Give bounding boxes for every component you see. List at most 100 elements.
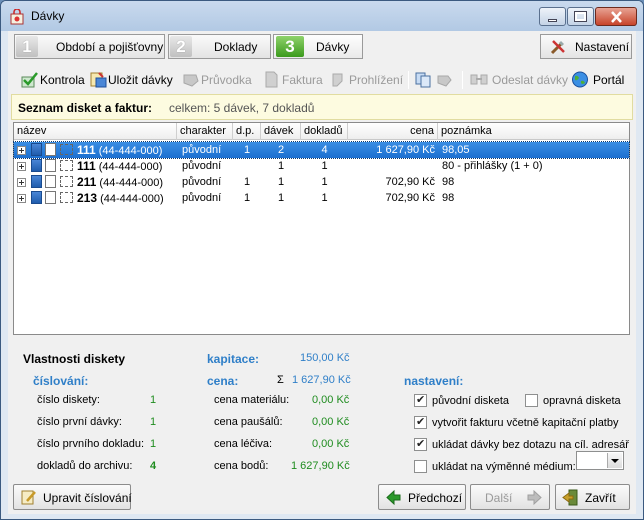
- cislo-prvni-davky-value: 1: [150, 416, 157, 428]
- cislo-prvniho-dokladu-label: číslo prvního dokladu:: [37, 438, 145, 450]
- ukladat-bez-dotazu-checkbox[interactable]: [414, 437, 427, 451]
- kontrola-button[interactable]: Kontrola: [21, 70, 85, 90]
- row-dp: 1: [243, 192, 251, 204]
- table-row[interactable]: 111 (44-444-000) původní 1 1 80 - přihlá…: [14, 158, 629, 174]
- kapitace-label: kapitace:: [207, 352, 260, 366]
- globe-icon: [572, 71, 588, 88]
- cena-pausalu-label: cena paušálů:: [214, 416, 283, 428]
- arrow-left-icon: [386, 489, 401, 506]
- column-davek[interactable]: dávek: [261, 123, 301, 140]
- column-poznamka[interactable]: poznámka: [438, 123, 629, 140]
- step-obdobi[interactable]: 1 Období a pojišťovny: [14, 34, 165, 59]
- vytvorit-fakturu-label: vytvořit fakturu včetně kapitační platby: [432, 417, 619, 429]
- check-icon: [21, 72, 38, 88]
- prohlizeni-button[interactable]: Prohlížení: [330, 70, 403, 90]
- preview-icon: [332, 73, 343, 87]
- row-poznamka: 98: [442, 176, 455, 188]
- ulozit-davky-button[interactable]: Uložit dávky: [89, 70, 173, 90]
- column-dp[interactable]: d.p.: [233, 123, 261, 140]
- column-dokladu[interactable]: dokladů: [301, 123, 348, 140]
- dokladu-do-archivu-value: 4: [150, 460, 157, 472]
- row-davek: 1: [277, 192, 285, 204]
- column-nazev[interactable]: název: [14, 123, 177, 140]
- puvodni-disketa-checkbox[interactable]: [414, 393, 427, 407]
- send-icon: [470, 74, 488, 85]
- ukladat-bez-dotazu-label: ukládat dávky bez dotazu na cíl. adresář: [432, 439, 629, 451]
- invoice-icon: [265, 71, 278, 88]
- cislo-prvniho-dokladu-value: 1: [150, 438, 157, 450]
- close-button[interactable]: [595, 7, 637, 26]
- cislo-prvni-davky-label: číslo první dávky:: [37, 416, 122, 428]
- minimize-button[interactable]: [539, 7, 566, 26]
- list-header: Seznam disket a faktur: celkem: 5 dávek,…: [11, 94, 633, 120]
- column-charakter[interactable]: charakter: [177, 123, 233, 140]
- vymenne-medium-checkbox[interactable]: [414, 460, 427, 473]
- step-doklady[interactable]: 2 Doklady: [168, 34, 271, 59]
- batch-icon: [60, 144, 73, 155]
- disk-icon: [31, 159, 42, 172]
- step-davky[interactable]: 3 Dávky: [273, 34, 363, 59]
- table-row[interactable]: 111 (44-444-000) původní 1 2 4 1 627,90 …: [13, 141, 630, 159]
- maximize-button[interactable]: [567, 7, 594, 26]
- step-number: 1: [16, 36, 38, 57]
- step-label: Období a pojišťovny: [56, 40, 164, 54]
- chevron-down-icon[interactable]: [607, 453, 622, 468]
- step-label: Doklady: [214, 40, 258, 54]
- row-code: (44-444-000): [100, 193, 164, 205]
- expand-icon[interactable]: [17, 146, 26, 155]
- row-davek: 1: [277, 176, 285, 188]
- archive-icon: [437, 75, 452, 87]
- archive-button[interactable]: [436, 70, 456, 90]
- row-davek: 1: [277, 160, 285, 172]
- disk-invoice-grid[interactable]: název charakter d.p. dávek dokladů cena …: [13, 122, 630, 335]
- row-dokladu: 4: [321, 144, 328, 156]
- settings-button[interactable]: Nastavení: [540, 34, 632, 59]
- faktura-button[interactable]: Faktura: [263, 70, 323, 90]
- title-bar[interactable]: Dávky: [1, 1, 643, 31]
- document-icon: [45, 159, 56, 172]
- table-row[interactable]: 211 (44-444-000) původní 1 1 1 702,90 Kč…: [14, 174, 629, 190]
- zavrit-button[interactable]: Zavřít: [555, 484, 630, 510]
- expand-icon[interactable]: [17, 194, 26, 203]
- maximize-icon: [574, 11, 587, 22]
- row-cena: [348, 158, 435, 174]
- toolbar-separator: [462, 71, 463, 89]
- list-summary: celkem: 5 dávek, 7 dokladů: [169, 101, 315, 115]
- portal-button[interactable]: Portál: [571, 70, 627, 90]
- save-icon: [90, 72, 107, 88]
- vymenne-medium-label: ukládat na výměnné médium:: [432, 461, 576, 473]
- expand-icon[interactable]: [17, 162, 26, 171]
- row-cena: 702,90 Kč: [385, 192, 435, 204]
- pruvodka-button[interactable]: Průvodka: [182, 70, 254, 90]
- cena-bodu-value: 1 627,90 Kč: [291, 460, 350, 472]
- step-label: Dávky: [316, 40, 350, 54]
- cena-leciva-label: cena léčiva:: [214, 438, 273, 450]
- cena-value: 1 627,90 Kč: [292, 374, 351, 386]
- upravit-cislovani-button[interactable]: Upravit číslování: [13, 484, 132, 510]
- row-poznamka: 98,05: [442, 144, 470, 156]
- close-icon: [611, 11, 622, 23]
- predchozi-button[interactable]: Předchozí: [378, 484, 466, 510]
- table-row[interactable]: 213 (44-444-000) původní 1 1 1 702,90 Kč…: [14, 190, 629, 206]
- opravna-disketa-checkbox[interactable]: [525, 394, 538, 407]
- exit-icon: [562, 489, 578, 506]
- odeslat-davky-button[interactable]: Odeslat dávky: [470, 70, 568, 90]
- step-number: 3: [276, 36, 304, 57]
- row-charakter: původní: [182, 160, 222, 172]
- tools-icon: [550, 40, 565, 55]
- row-number: 213: [77, 191, 98, 205]
- vytvorit-fakturu-checkbox[interactable]: [414, 415, 427, 429]
- expand-icon[interactable]: [17, 178, 26, 187]
- opravna-disketa-label: opravná disketa: [543, 395, 621, 407]
- dalsi-button[interactable]: Další: [470, 484, 550, 510]
- minimize-icon: [548, 19, 557, 22]
- nastaveni-label: nastavení:: [404, 374, 464, 388]
- row-code: (44-444-000): [98, 145, 163, 157]
- copy-icon: [415, 72, 431, 88]
- row-dokladu: 1: [321, 192, 328, 204]
- row-number: 111: [77, 159, 96, 173]
- column-cena[interactable]: cena: [348, 123, 438, 140]
- medium-select[interactable]: [576, 451, 624, 470]
- copy-button[interactable]: [414, 70, 434, 90]
- row-poznamka: 98: [442, 192, 455, 204]
